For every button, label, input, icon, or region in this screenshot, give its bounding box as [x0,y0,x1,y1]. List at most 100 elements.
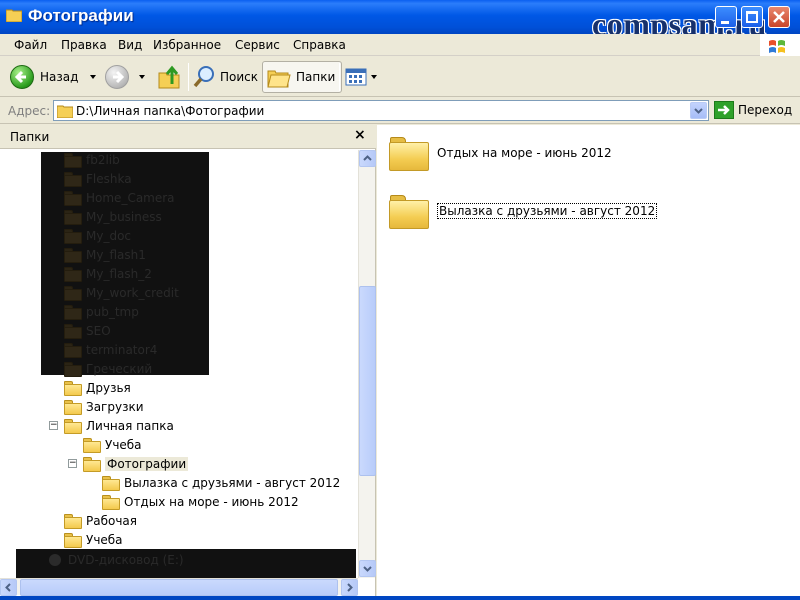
tree-item-work[interactable]: Рабочая [64,511,137,530]
tree-item-hidden[interactable]: pub_tmp [64,302,139,321]
folder-icon [389,137,429,171]
menu-favorites[interactable]: Избранное [153,38,221,52]
folders-button[interactable]: Папки [262,61,343,93]
scroll-right-button[interactable] [341,579,358,596]
address-dropdown-button[interactable] [690,102,707,119]
folder-item-label: Отдых на море - июнь 2012 [437,146,612,160]
address-field[interactable]: D:\Личная папка\Фотографии [53,100,709,121]
tree-item-hidden[interactable]: My_work_credit [64,283,179,302]
back-dropdown-icon[interactable] [90,75,97,79]
views-dropdown-icon[interactable] [371,75,377,79]
folder-item-seaside-vacation[interactable]: Отдых на море - июнь 2012 [389,137,612,171]
folder-open-icon [83,457,101,472]
up-folder-button[interactable] [157,61,183,93]
tree-item-personal-folder[interactable]: Личная папка [64,416,174,435]
menu-tools[interactable]: Сервис [235,38,280,52]
tree-item-study[interactable]: Учеба [83,435,142,454]
scroll-thumb[interactable] [20,579,338,596]
folder-icon [102,495,120,510]
address-bar: Адрес: D:\Личная папка\Фотографии Перехо… [0,98,800,124]
menu-bar: Файл Правка Вид Избранное Сервис Справка [0,34,800,56]
folder-icon [64,381,82,396]
folder-icon [64,419,82,434]
chevron-up-icon [363,155,372,161]
minimize-button[interactable] [715,6,737,28]
windows-flag-icon [769,40,785,53]
folder-item-trip-with-friends[interactable]: Вылазка с друзьями - август 2012 [389,195,658,229]
scroll-up-button[interactable] [359,150,376,167]
back-button[interactable]: Назад [10,61,97,93]
folder-item-label: Вылазка с друзьями - август 2012 [437,203,658,219]
scroll-down-button[interactable] [359,560,376,577]
tree-item-label: Отдых на море - июнь 2012 [124,494,299,509]
folder-contents: Отдых на море - июнь 2012 Вылазка с друз… [377,125,800,600]
scroll-thumb[interactable] [359,286,376,476]
tree-horizontal-scrollbar[interactable] [0,578,358,596]
folders-pane: Папки × fb2lib Fleshka Home_Camera My_bu… [0,125,376,600]
tree-item-downloads[interactable]: Загрузки [64,397,144,416]
views-icon [345,68,367,86]
tree-item-hidden[interactable]: Греческий [64,359,152,378]
search-label: Поиск [220,70,259,84]
window-bottom-border [0,596,800,600]
menu-help[interactable]: Справка [293,38,346,52]
menu-view[interactable]: Вид [118,38,142,52]
close-icon [773,11,785,23]
menu-edit[interactable]: Правка [61,38,107,52]
tree-item-label: Фотографии [105,456,189,471]
tree-item-hidden[interactable]: My_flash1 [64,245,146,264]
search-button[interactable]: Поиск [193,61,258,93]
folders-icon [267,70,291,88]
tree-vertical-scrollbar[interactable] [358,150,376,578]
tree-item-label: Личная папка [86,418,174,433]
tree-item-study-2[interactable]: Учеба [64,530,123,549]
folders-pane-title: Папки [10,130,50,144]
search-icon [193,66,214,88]
tree-item-dvd-drive[interactable]: DVD-дисковод (E:) [48,550,184,569]
forward-dropdown-icon[interactable] [139,75,145,79]
tree-item-hidden[interactable]: terminator4 [64,340,157,359]
tree-item-photos[interactable]: Фотографии [83,454,189,473]
tree-item-trip-with-friends[interactable]: Вылазка с друзьями - август 2012 [102,473,340,492]
folder-icon [64,533,82,548]
tree-item-label: Вылазка с друзьями - август 2012 [124,475,341,490]
tree-item-label: Друзья [86,380,131,395]
close-button[interactable] [768,6,790,28]
go-arrow-icon [714,101,734,119]
forward-button[interactable] [105,61,145,93]
tree-item-label: Учеба [105,437,142,452]
tree-item-hidden[interactable]: Fleshka [64,169,132,188]
tree-item-hidden[interactable]: fb2lib [64,150,120,169]
tree-item-hidden[interactable]: My_doc [64,226,131,245]
collapse-toggle[interactable]: − [49,421,58,430]
chevron-right-icon [347,583,353,592]
menu-file[interactable]: Файл [14,38,47,52]
folder-icon [389,195,429,229]
tree-item-hidden[interactable]: Home_Camera [64,188,175,207]
folder-icon [6,9,22,22]
views-button[interactable] [345,61,377,93]
back-arrow-icon [10,65,34,89]
collapse-toggle[interactable]: − [68,459,77,468]
scroll-left-button[interactable] [0,579,17,596]
folder-icon [57,105,73,118]
folders-label: Папки [296,70,336,84]
go-button[interactable]: Переход [714,101,792,119]
tree-item-friends[interactable]: Друзья [64,378,131,397]
title-bar[interactable]: Фотографии compsam.ru [0,0,800,40]
tree-item-seaside-vacation[interactable]: Отдых на море - июнь 2012 [102,492,299,511]
up-folder-icon [158,65,180,89]
tree-item-hidden[interactable]: SEO [64,321,111,340]
forward-arrow-icon [105,65,129,89]
maximize-button[interactable] [741,6,763,28]
back-label: Назад [40,70,79,84]
folders-pane-close-button[interactable]: × [354,127,366,143]
tree-item-hidden[interactable]: My_business [64,207,162,226]
folders-pane-header: Папки × [0,125,376,149]
folder-tree[interactable]: fb2lib Fleshka Home_Camera My_business M… [0,150,358,578]
folder-icon [64,514,82,529]
folder-icon [64,400,82,415]
chevron-down-icon [694,108,703,114]
tree-item-hidden[interactable]: My_flash_2 [64,264,152,283]
chevron-left-icon [5,583,11,592]
